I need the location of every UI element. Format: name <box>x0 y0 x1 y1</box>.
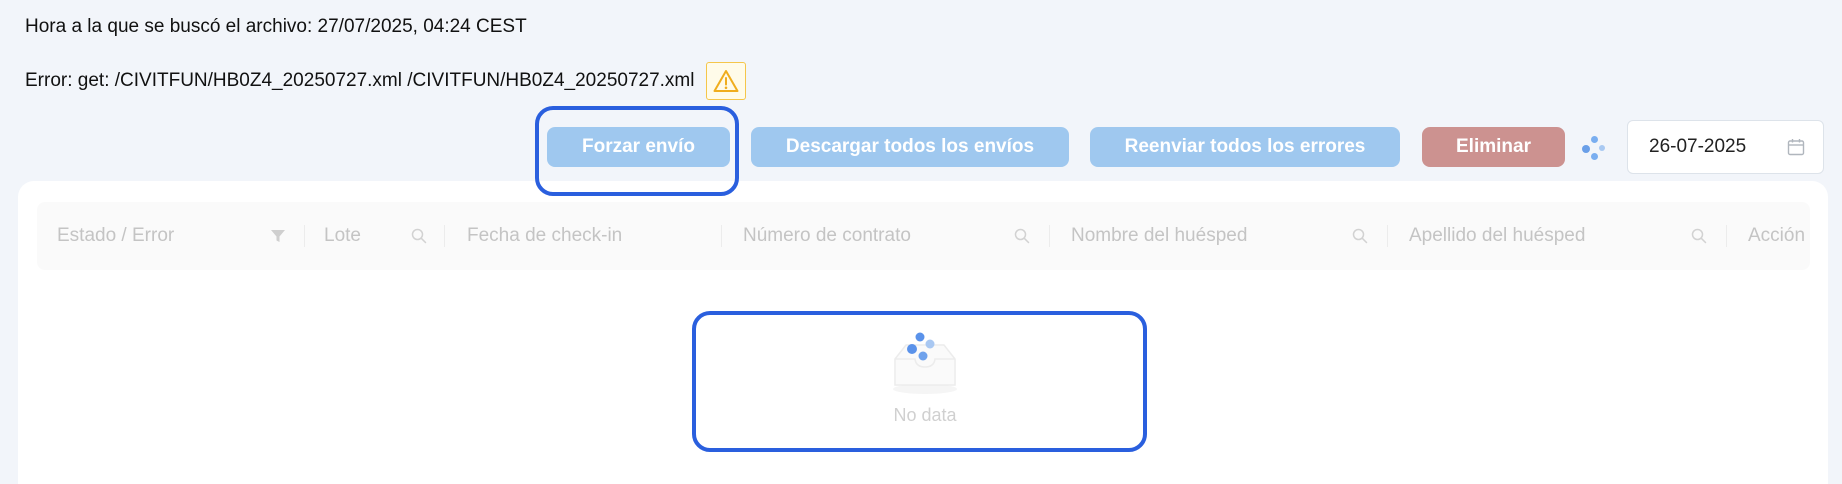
search-icon[interactable] <box>1014 228 1030 244</box>
table-header: Estado / Error Lote Fecha de check-in Nú… <box>37 202 1810 270</box>
column-header-guest-name[interactable]: Nombre del huésped <box>1071 202 1247 270</box>
column-header-checkin-date[interactable]: Fecha de check-in <box>467 202 622 270</box>
force-send-button[interactable]: Forzar envío <box>547 127 730 167</box>
delete-button[interactable]: Eliminar <box>1422 127 1565 167</box>
column-header-status[interactable]: Estado / Error <box>57 202 174 270</box>
download-all-button[interactable]: Descargar todos los envíos <box>751 127 1069 167</box>
resend-errors-button[interactable]: Reenviar todos los errores <box>1090 127 1400 167</box>
column-header-lote[interactable]: Lote <box>324 202 361 270</box>
warning-icon <box>713 70 739 92</box>
column-header-action: Acción <box>1748 225 1806 246</box>
filter-icon[interactable] <box>270 228 286 244</box>
page: Hora a la que se buscó el archivo: 27/07… <box>0 0 1842 484</box>
calendar-icon <box>1787 139 1805 156</box>
warning-button[interactable] <box>706 62 747 100</box>
date-value: 26-07-2025 <box>1649 136 1747 157</box>
date-picker[interactable]: 26-07-2025 <box>1627 120 1824 174</box>
search-icon[interactable] <box>1691 228 1707 244</box>
empty-inbox-icon <box>893 332 957 394</box>
empty-text: No data <box>893 405 957 425</box>
search-icon[interactable] <box>1352 228 1368 244</box>
error-row: Error: get: /CIVITFUN/HB0Z4_20250727.xml… <box>25 62 747 100</box>
search-time-text: Hora a la que se buscó el archivo: 27/07… <box>25 16 527 37</box>
column-header-guest-surname[interactable]: Apellido del huésped <box>1409 202 1585 270</box>
column-header-contract-number[interactable]: Número de contrato <box>743 202 911 270</box>
error-message: Error: get: /CIVITFUN/HB0Z4_20250727.xml… <box>25 70 695 91</box>
empty-state <box>870 327 980 402</box>
loading-spinner-icon <box>1582 136 1608 162</box>
search-icon[interactable] <box>411 228 427 244</box>
